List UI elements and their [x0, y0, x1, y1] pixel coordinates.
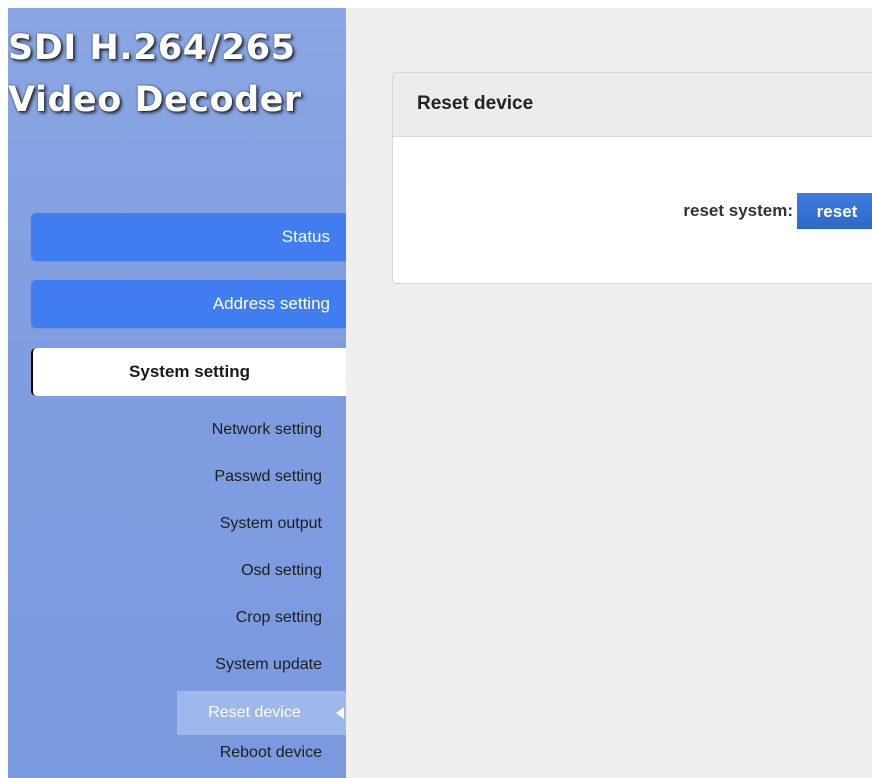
sub-item-reset-device[interactable]: Reset device [177, 691, 346, 735]
app-window: SDI H.264/265 Video Decoder Status Addre… [0, 0, 872, 778]
panel-body: reset system: reset [393, 137, 872, 282]
sub-item-reset-device-label: Reset device [208, 704, 301, 721]
reset-button[interactable]: reset [797, 193, 872, 229]
sub-item-crop-setting[interactable]: Crop setting [236, 609, 322, 627]
sub-item-system-update[interactable]: System update [215, 656, 322, 674]
sub-item-system-output[interactable]: System output [220, 515, 322, 533]
reset-device-panel: Reset device reset system: reset [392, 72, 872, 284]
nav-item-system-setting[interactable]: System setting [31, 348, 346, 396]
product-logo: SDI H.264/265 Video Decoder [8, 22, 346, 126]
logo-line-2: Video Decoder [8, 80, 302, 120]
sidebar: SDI H.264/265 Video Decoder Status Addre… [8, 8, 346, 778]
sub-item-network-setting[interactable]: Network setting [212, 421, 322, 439]
sub-item-reboot-device[interactable]: Reboot device [220, 744, 322, 762]
reset-system-label: reset system: [683, 201, 793, 220]
main-content: Reset device reset system: reset [346, 8, 872, 778]
sub-item-passwd-setting[interactable]: Passwd setting [214, 468, 322, 486]
sub-item-osd-setting[interactable]: Osd setting [241, 562, 322, 580]
nav-item-status[interactable]: Status [31, 213, 346, 261]
nav-item-address-setting[interactable]: Address setting [31, 280, 346, 328]
logo-line-1: SDI H.264/265 [8, 28, 296, 68]
active-arrow-icon [336, 707, 344, 719]
panel-title: Reset device [393, 73, 872, 137]
